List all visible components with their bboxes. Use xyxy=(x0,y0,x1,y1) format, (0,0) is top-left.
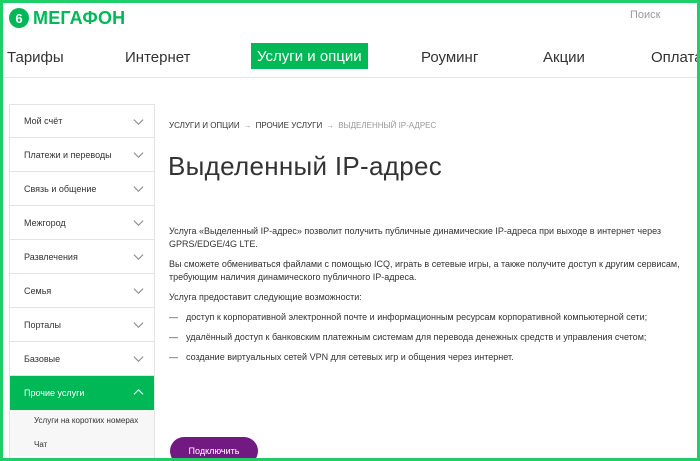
chevron-down-icon xyxy=(133,152,144,159)
sidebar-item-label: Семья xyxy=(24,285,52,296)
feature-item: доступ к корпоративной электронной почте… xyxy=(169,311,691,324)
sidebar-item-other-services[interactable]: Прочие услуги xyxy=(10,376,154,410)
sidebar-item-basic[interactable]: Базовые xyxy=(10,342,154,376)
feature-item: создание виртуальных сетей VPN для сетев… xyxy=(169,351,691,364)
feature-list: доступ к корпоративной электронной почте… xyxy=(169,311,691,364)
breadcrumb-link-services[interactable]: УСЛУГИ И ОПЦИИ xyxy=(169,121,240,130)
sidebar-item-label: Прочие услуги xyxy=(24,387,85,398)
service-description: Услуга «Выделенный IP-адрес» позволит по… xyxy=(169,225,691,371)
breadcrumb-link-other[interactable]: ПРОЧИЕ УСЛУГИ xyxy=(256,121,323,130)
screenshot-frame: 6 МегаФон Поиск Тарифы Интернет Услуги и… xyxy=(0,0,700,461)
sidebar-item-label: Мой счёт xyxy=(24,116,63,126)
sidebar-item-label: Развлечения xyxy=(24,251,78,262)
sidebar-item-my-account[interactable]: Мой счёт xyxy=(10,104,154,138)
sidebar-item-label: Порталы xyxy=(24,319,62,330)
sidebar-item-payments[interactable]: Платежи и переводы xyxy=(10,138,154,172)
nav-item-payment[interactable]: Оплата xyxy=(651,49,697,66)
logo-text: МегаФон xyxy=(33,7,126,28)
site-header: 6 МегаФон Поиск Тарифы Интернет Услуги и… xyxy=(3,3,697,78)
sidebar-item-communication[interactable]: Связь и общение xyxy=(10,172,154,206)
chevron-down-icon xyxy=(133,186,144,193)
nav-item-roaming[interactable]: Роуминг xyxy=(421,49,478,66)
connect-button[interactable]: Подключить xyxy=(170,437,258,458)
sidebar-item-family[interactable]: Семья xyxy=(10,274,154,308)
benefits-paragraph: Вы сможете обмениваться файлами с помощь… xyxy=(169,259,680,282)
sidebar-menu: Мой счёт Платежи и переводы Связь и обще… xyxy=(9,104,155,458)
sidebar-subitem-short-numbers[interactable]: Услуги на коротких номерах xyxy=(10,410,154,432)
sidebar-subitem-chat[interactable]: Чат xyxy=(10,432,154,456)
breadcrumb: УСЛУГИ И ОПЦИИ → ПРОЧИЕ УСЛУГИ → ВЫДЕЛЕННЫЙ … xyxy=(169,121,436,130)
sidebar-item-label: Межгород xyxy=(24,217,66,228)
features-heading: Услуга предоставит следующие возможности… xyxy=(169,292,362,302)
breadcrumb-separator: → xyxy=(243,121,252,130)
breadcrumb-separator: → xyxy=(326,121,335,130)
chevron-up-icon xyxy=(133,388,144,395)
chevron-down-icon xyxy=(133,118,144,125)
breadcrumb-current: ВЫДЕЛЕННЫЙ IP-АДРЕС xyxy=(338,121,437,130)
sidebar-item-long-distance[interactable]: Межгород xyxy=(10,206,154,240)
chevron-down-icon xyxy=(133,356,144,363)
nav-item-services[interactable]: Услуги и опции xyxy=(251,43,368,69)
sidebar-item-label: Связь и общение xyxy=(24,183,97,194)
search-link[interactable]: Поиск xyxy=(630,9,660,21)
chevron-down-icon xyxy=(133,220,144,227)
intro-paragraph: Услуга «Выделенный IP-адрес» позволит по… xyxy=(169,226,662,249)
nav-item-internet[interactable]: Интернет xyxy=(125,49,190,66)
sidebar-item-label: Платежи и переводы xyxy=(24,149,112,160)
chevron-down-icon xyxy=(133,254,144,261)
megafon-logo[interactable]: 6 МегаФон xyxy=(9,6,125,30)
feature-item: удалённый доступ к банковским платежным … xyxy=(169,331,691,344)
page-title: Выделенный IP-адрес xyxy=(168,151,443,181)
megafon-logo-icon: 6 xyxy=(9,8,29,28)
main-nav: Тарифы Интернет Услуги и опции Роуминг А… xyxy=(3,43,697,73)
sidebar-item-label: Базовые xyxy=(24,353,61,364)
sidebar-item-portals[interactable]: Порталы xyxy=(10,308,154,342)
nav-item-promotions[interactable]: Акции xyxy=(543,49,585,66)
chevron-down-icon xyxy=(133,288,144,295)
sidebar-item-entertainment[interactable]: Развлечения xyxy=(10,240,154,274)
chevron-down-icon xyxy=(133,322,144,329)
nav-item-tariffs[interactable]: Тарифы xyxy=(7,49,64,66)
